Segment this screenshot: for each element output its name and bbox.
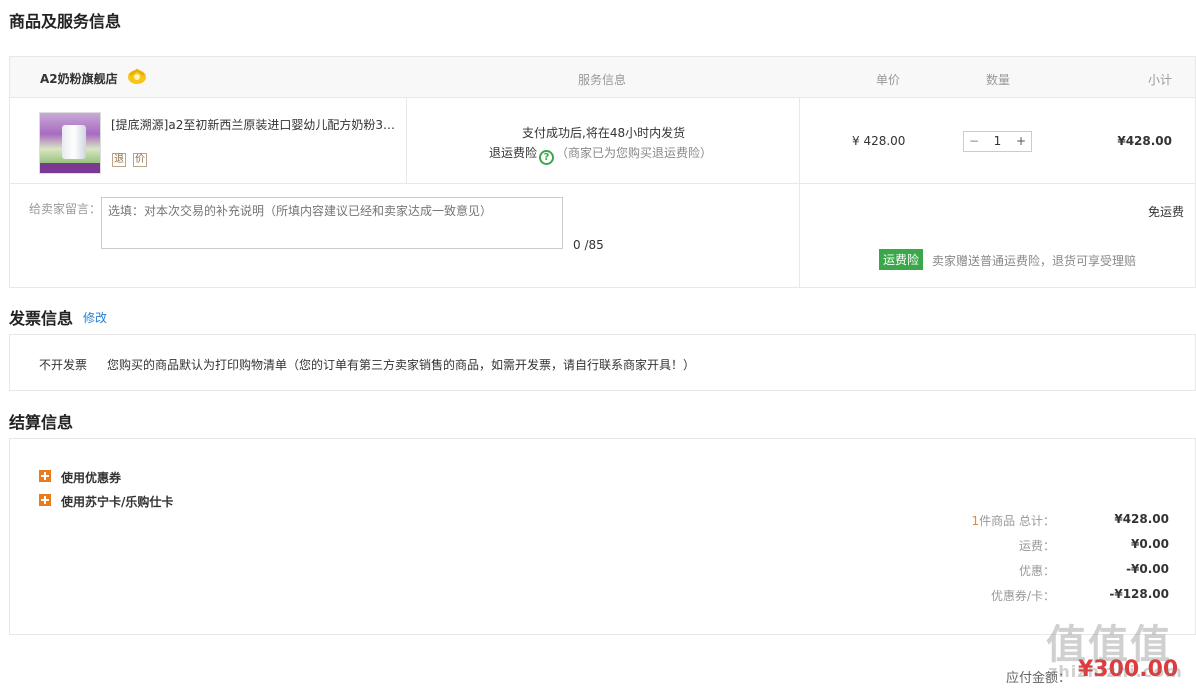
store-badge-icon	[128, 68, 146, 84]
product-band-image	[40, 163, 100, 173]
seller-message-input[interactable]	[101, 197, 563, 249]
col-price: 单价	[876, 73, 901, 87]
invoice-desc: 您购买的商品默认为打印购物清单（您的订单有第三方卖家销售的商品，如需开发票，请自…	[107, 358, 696, 372]
summary-coupon-value: -¥128.00	[1109, 587, 1169, 601]
shipping-fee: 免运费	[1147, 205, 1184, 219]
store-name[interactable]: A2奶粉旗舰店	[40, 70, 118, 87]
col-service: 服务信息	[578, 73, 627, 87]
qty-plus-button[interactable]: +	[1011, 132, 1031, 151]
summary-coupon-label: 优惠券/卡：	[990, 589, 1055, 603]
expand-plus-icon[interactable]	[39, 470, 51, 482]
watermark-sub: zhizhizhi.com	[1048, 662, 1183, 681]
help-icon[interactable]: ?	[539, 150, 555, 165]
column-divider	[406, 98, 407, 183]
item-subtotal: ¥428.00	[1117, 134, 1172, 148]
use-coupon-option[interactable]: 使用优惠券	[61, 469, 121, 486]
insurance-info: 退运费险? （商家已为您购买退运费险）	[489, 144, 712, 165]
product-can-image	[62, 125, 86, 159]
column-divider	[799, 184, 800, 287]
insurance-badge: 运费险	[879, 249, 924, 270]
insurance-label: 退运费险	[489, 146, 538, 160]
qty-minus-button[interactable]: −	[964, 132, 984, 151]
goods-table-header: A2奶粉旗舰店 服务信息 单价 数量 小计	[9, 56, 1196, 98]
settle-section-title: 结算信息	[9, 413, 74, 432]
summary-total-text: 件商品 总计：	[979, 514, 1055, 528]
summary-discount-value: -¥0.00	[1126, 562, 1169, 576]
return-tag-icon: 退	[112, 153, 126, 167]
product-thumbnail[interactable]	[39, 112, 101, 174]
qty-value[interactable]: 1	[984, 132, 1011, 151]
price-protect-tag-icon: 价	[133, 153, 147, 167]
seller-message-row: 给卖家留言： 0 /85 免运费 运费险 卖家赠送普通运费险，退货可享受理赔	[9, 183, 1196, 288]
invoice-section-title: 发票信息	[9, 309, 74, 328]
invoice-edit-link[interactable]: 修改	[83, 309, 107, 326]
summary-total-value: ¥428.00	[1114, 512, 1169, 526]
unit-price: ¥ 428.00	[852, 134, 906, 148]
column-divider	[799, 98, 800, 183]
col-qty: 数量	[986, 73, 1011, 87]
summary-total-label: 1件商品 总计：	[972, 512, 1055, 529]
invoice-type: 不开发票	[39, 358, 88, 372]
settle-box: 使用优惠券 使用苏宁卡/乐购仕卡 1件商品 总计： ¥428.00 运费： ¥0…	[9, 438, 1196, 635]
expand-plus-icon[interactable]	[39, 494, 51, 506]
summary-shipping-value: ¥0.00	[1131, 537, 1169, 551]
summary-shipping-label: 运费：	[1018, 539, 1055, 553]
message-char-count: 0 /85	[573, 238, 604, 252]
insurance-note: （商家已为您购买退运费险）	[556, 146, 713, 160]
product-name-link[interactable]: [提底溯源]a2至初新西兰原装进口婴幼儿配方奶粉3…	[111, 116, 396, 133]
goods-section-title: 商品及服务信息	[9, 12, 122, 31]
goods-item-row: [提底溯源]a2至初新西兰原装进口婴幼儿配方奶粉3… 退 价 支付成功后,将在4…	[9, 97, 1196, 184]
delivery-promise: 支付成功后,将在48小时内发货	[522, 126, 686, 140]
invoice-box: 不开发票 您购买的商品默认为打印购物清单（您的订单有第三方卖家销售的商品，如需开…	[9, 334, 1196, 391]
watermark: 值值值 zhizhizhi.com	[1046, 612, 1186, 692]
quantity-stepper: − 1 +	[963, 131, 1032, 152]
insurance-gift-text: 卖家赠送普通运费险，退货可享受理赔	[932, 254, 1137, 268]
summary-discount-label: 优惠：	[1018, 564, 1055, 578]
message-label: 给卖家留言：	[29, 202, 102, 216]
use-card-option[interactable]: 使用苏宁卡/乐购仕卡	[61, 493, 173, 510]
col-subtotal: 小计	[1148, 73, 1173, 87]
